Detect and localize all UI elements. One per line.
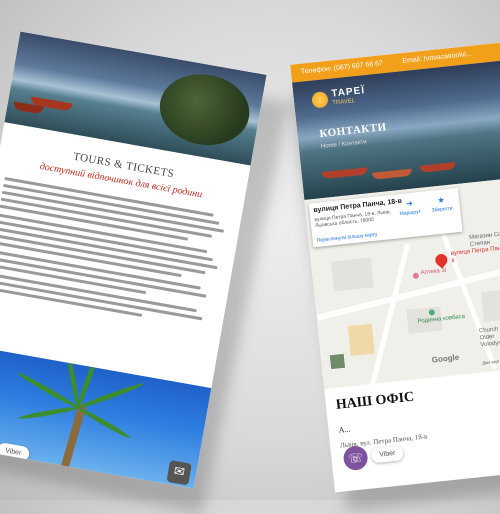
map-building (330, 257, 374, 292)
directions-label: Маршрут (399, 208, 422, 218)
google-map[interactable]: вулиця Петра Панча, 18-в вулиця Петра Па… (304, 176, 500, 389)
directions-icon: ➔ (405, 198, 414, 209)
map-building (347, 323, 375, 357)
office-line: А... (338, 424, 351, 435)
save-button[interactable]: ★ Зберегти (427, 194, 457, 214)
office-heading: НАШ ОФІС (335, 389, 415, 413)
tours-page-mockup: TOURS & TICKETS доступний відпочинок для… (0, 31, 267, 489)
map-label-shop: Магазин Сolosun Степан (468, 230, 500, 248)
map-pin-icon[interactable] (432, 251, 450, 269)
boat-shape (419, 162, 456, 173)
street-view-thumbnail[interactable] (328, 352, 347, 371)
text-line (0, 286, 142, 317)
body-text (0, 177, 231, 335)
pharmacy-icon (412, 272, 420, 280)
larger-map-link[interactable]: Переглянути більшу карту (316, 232, 377, 244)
map-label-church: Church of St. Older Volodymyr (478, 325, 500, 349)
save-label: Зберегти (431, 205, 453, 214)
palm-frond (18, 405, 79, 421)
contacts-page-mockup: Телефон: (067) 607 66 67 Email: hotvacat… (290, 41, 500, 493)
viber-label[interactable]: Viber (370, 445, 405, 464)
map-building (480, 287, 500, 322)
map-info-card: вулиця Петра Панча, 18-в вулиця Петра Па… (308, 187, 463, 248)
boat-shape (371, 168, 413, 180)
google-logo: Google (431, 352, 460, 365)
tree-shape (154, 67, 255, 152)
directions-button[interactable]: ➔ Маршрут (397, 198, 423, 217)
map-terms[interactable]: Дані карт ©2019 (482, 357, 500, 365)
palm-frond (76, 405, 132, 440)
map-road (368, 243, 411, 389)
boat-shape (321, 167, 369, 180)
viber-icon[interactable]: ☏ (342, 444, 369, 472)
map-label-apteka: Аптека 3i (420, 267, 447, 277)
star-icon: ★ (437, 195, 446, 206)
mail-icon[interactable]: ✉ (166, 460, 192, 486)
